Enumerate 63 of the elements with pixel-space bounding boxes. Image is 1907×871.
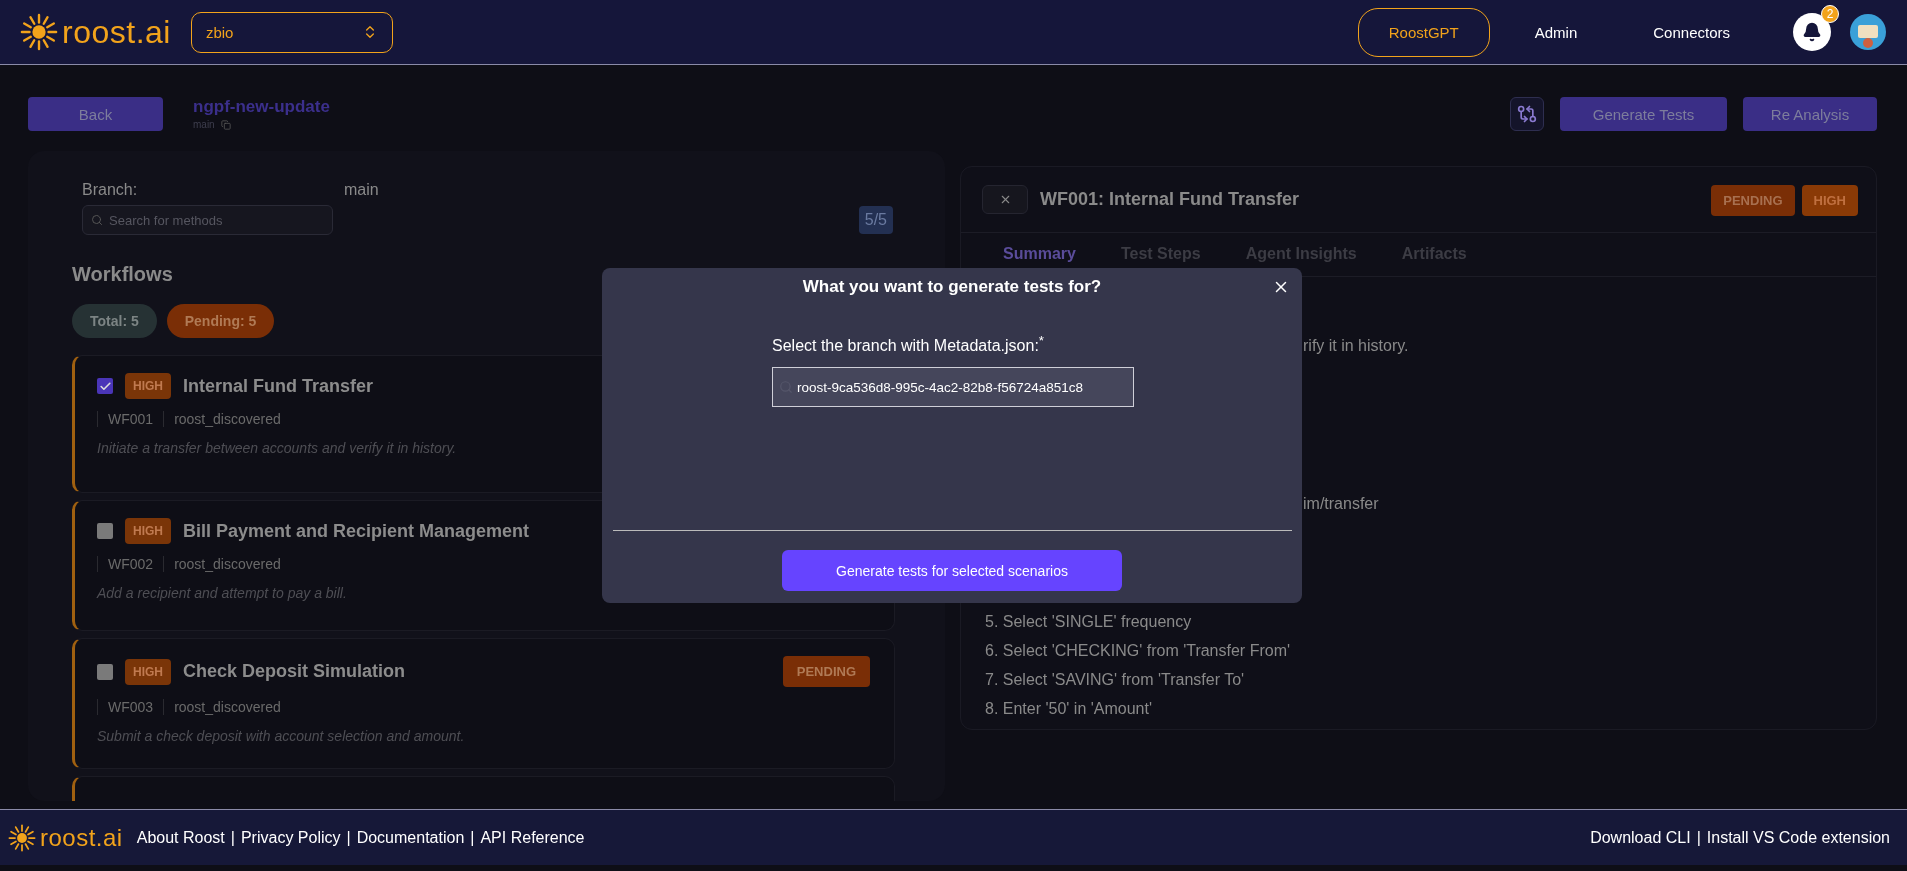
checkbox[interactable] [97,523,113,539]
avatar[interactable] [1849,13,1887,51]
test-step: 6. Select 'CHECKING' from 'Transfer From' [985,642,1876,671]
link-separator: | [470,828,475,847]
test-step: 5. Select 'SINGLE' frequency [985,613,1876,642]
workflow-description: Submit a check deposit with account selection and amount. [97,728,466,744]
footer-link[interactable]: Privacy Policy [240,828,341,847]
link-separator: | [346,828,351,847]
workflow-title: Internal Fund Transfer [183,375,374,397]
url-text: im/transfer [1303,495,1380,513]
branch-value: main [344,181,379,199]
logo-text: roost.ai [62,13,171,51]
checkbox[interactable] [97,663,113,680]
sun-logo-icon [8,823,36,852]
workflow-title: Check Deposit Simulation [183,661,406,682]
bell-icon [1802,22,1822,42]
workflow-description: Add a recipient and attempt to pay a bill. [97,585,348,601]
generate-button[interactable]: Generate tests for selected scenarios [782,550,1122,592]
status-badge: PENDING [782,656,870,687]
priority-badge: HIGH [125,658,171,685]
nav-button[interactable]: Admin [1503,7,1609,57]
workflow-source: roost_discovered [163,556,291,572]
project-name: ngpf-new-update [193,97,330,117]
compare-arrows-icon [1517,104,1537,124]
workflow-source: roost_discovered [163,411,291,427]
search-icon [91,214,103,226]
test-step: 8. Enter '50' in 'Amount' [985,700,1876,729]
logo-text: roost.ai [40,823,123,852]
footer-link[interactable]: Documentation [356,828,465,847]
footer-link[interactable]: Download CLI [1590,828,1691,847]
org-select[interactable]: zbio [190,11,393,53]
field-label: Select the branch with Metadata.json:$^{*}$ [772,333,1044,356]
nav-button[interactable]: RoostGPT [1357,7,1490,57]
workflow-id: WF003 [97,699,164,715]
workflow-title: Bill Payment and Recipient Management [183,520,530,542]
priority-badge: HIGH [125,373,171,399]
workflow-source: roost_discovered [163,699,291,715]
link-separator: | [230,828,235,847]
footer-link[interactable]: API Reference [480,828,585,847]
workflow-card[interactable]: HIGH Check Deposit Simulation PENDING WF003 roost_discovered Submit a check deposit with account selection and amount. [72,638,895,769]
branch-field[interactable]: roost-9ca536d8-995c-4ac2-82b8-f56724a851c8 [772,367,1134,408]
summary-text: rify it in history. [1303,337,1410,355]
detail-title: WF001: Internal Fund Transfer [1040,189,1300,210]
status-badge: PENDING [1711,185,1795,216]
search-field[interactable]: Search for methods [82,205,333,235]
priority-badge: HIGH [1801,185,1858,216]
footer-link[interactable]: About Roost [136,828,225,847]
dialog-title: What you want to generate tests for? [802,277,1102,297]
count-badge: 5/5 [858,206,893,234]
workflow-description: Initiate a transfer between accounts and verify it in history. [97,440,458,456]
sun-logo-icon [20,13,58,51]
checkbox[interactable] [97,378,113,394]
workflow-id: WF001 [97,411,164,427]
compare-button[interactable] [1510,97,1544,131]
notification-count: 2 [1821,5,1839,23]
count-chip[interactable]: Total: 5 [72,304,157,338]
link-separator: | [1696,828,1701,847]
footer-link[interactable]: Install VS Code extension [1706,828,1890,847]
branch-label: Branch: [82,181,139,199]
nav-button[interactable]: Connectors [1622,7,1761,57]
priority-badge: HIGH [125,518,171,544]
test-step: 7. Select 'SAVING' from 'Transfer To' [985,671,1876,700]
workflow-id: WF002 [97,556,164,572]
